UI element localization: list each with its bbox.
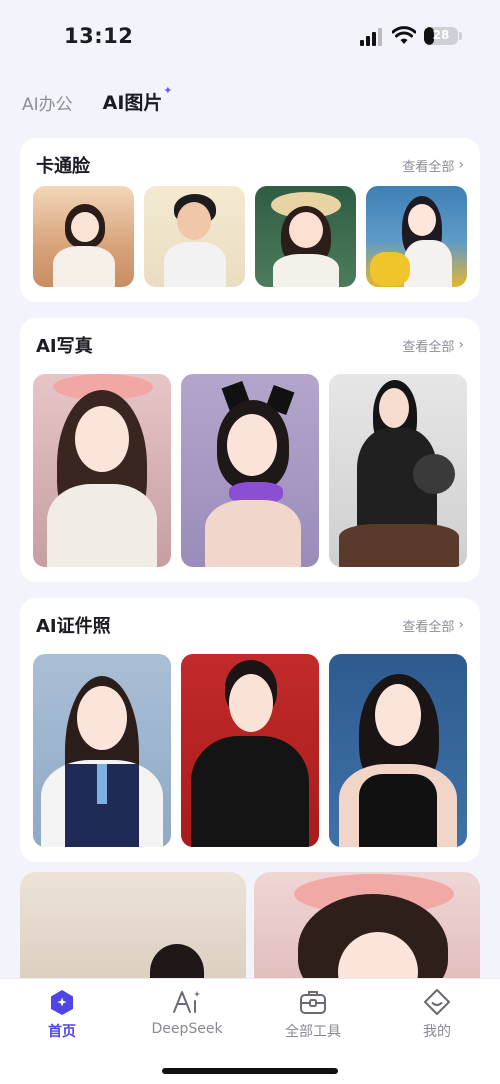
toolbox-icon bbox=[258, 987, 368, 1017]
view-all-label: 查看全部 bbox=[402, 159, 455, 175]
view-all-label: 查看全部 bbox=[402, 619, 455, 635]
section-cartoon-face: 卡通脸 查看全部 › bbox=[20, 138, 480, 302]
nav-profile-label: 我的 bbox=[423, 1024, 451, 1040]
home-indicator bbox=[162, 1068, 338, 1074]
thumbnail-row bbox=[33, 374, 467, 567]
cartoon-thumb-2[interactable] bbox=[144, 186, 245, 287]
battery-icon: 28 bbox=[424, 27, 458, 45]
portrait-thumb-1[interactable] bbox=[33, 374, 171, 567]
section-header: 卡通脸 查看全部 › bbox=[36, 152, 464, 178]
feed-card-2[interactable] bbox=[254, 872, 480, 992]
app-screen: 13:12 28 AI办公 AI图片 ✦ 卡通脸 查看全部 › AI写真 查看全… bbox=[0, 0, 500, 1084]
profile-icon bbox=[382, 987, 492, 1017]
black-dress bbox=[359, 774, 437, 847]
id-photo-thumb-3[interactable] bbox=[329, 654, 467, 847]
cartoon-thumb-4[interactable] bbox=[366, 186, 467, 287]
chevron-right-icon: › bbox=[458, 337, 464, 353]
sparkle-icon: ✦ bbox=[163, 84, 173, 97]
sunflowers bbox=[370, 252, 410, 286]
thumbnail-row bbox=[33, 186, 467, 287]
tie bbox=[97, 764, 107, 804]
battery-tip bbox=[459, 32, 462, 40]
top-tabs: AI办公 AI图片 ✦ bbox=[22, 84, 177, 115]
cartoon-thumb-3[interactable] bbox=[255, 186, 356, 287]
view-all-link[interactable]: 查看全部 › bbox=[402, 336, 464, 355]
helmet bbox=[413, 454, 455, 494]
nav-all-tools-label: 全部工具 bbox=[285, 1024, 341, 1040]
view-all-link[interactable]: 查看全部 › bbox=[402, 156, 464, 175]
chevron-right-icon: › bbox=[458, 157, 464, 173]
nav-deepseek[interactable]: DeepSeek bbox=[132, 987, 242, 1037]
nav-home[interactable]: 首页 bbox=[7, 987, 117, 1041]
ai-sparkle-icon bbox=[132, 987, 242, 1017]
status-time: 13:12 bbox=[64, 24, 134, 48]
portrait-thumb-3[interactable] bbox=[329, 374, 467, 567]
home-icon bbox=[7, 987, 117, 1017]
section-title: AI写真 bbox=[36, 336, 93, 357]
view-all-link[interactable]: 查看全部 › bbox=[402, 616, 464, 635]
tab-ai-office[interactable]: AI办公 bbox=[22, 90, 73, 115]
nav-deepseek-label: DeepSeek bbox=[151, 1021, 223, 1037]
cartoon-thumb-1[interactable] bbox=[33, 186, 134, 287]
view-all-label: 查看全部 bbox=[402, 339, 455, 355]
section-header: AI证件照 查看全部 › bbox=[36, 612, 464, 638]
cellular-signal-icon bbox=[360, 28, 382, 46]
section-ai-id-photo: AI证件照 查看全部 › bbox=[20, 598, 480, 862]
tab-ai-images[interactable]: AI图片 ✦ bbox=[102, 84, 177, 115]
section-title: AI证件照 bbox=[36, 616, 111, 637]
section-ai-portrait: AI写真 查看全部 › bbox=[20, 318, 480, 582]
section-header: AI写真 查看全部 › bbox=[36, 332, 464, 358]
status-bar: 13:12 28 bbox=[0, 0, 500, 72]
battery-level: 28 bbox=[432, 28, 450, 42]
feed-card-1[interactable] bbox=[20, 872, 246, 992]
wifi-icon bbox=[392, 26, 416, 44]
nav-home-label: 首页 bbox=[48, 1024, 76, 1040]
motorcycle bbox=[339, 524, 459, 567]
chevron-right-icon: › bbox=[458, 617, 464, 633]
id-photo-thumb-1[interactable] bbox=[33, 654, 171, 847]
portrait-thumb-2[interactable] bbox=[181, 374, 319, 567]
thumbnail-row bbox=[33, 654, 467, 847]
id-photo-thumb-2[interactable] bbox=[181, 654, 319, 847]
section-title: 卡通脸 bbox=[36, 156, 90, 177]
nav-profile[interactable]: 我的 bbox=[382, 987, 492, 1041]
tab-ai-images-label: AI图片 bbox=[102, 92, 163, 114]
nav-all-tools[interactable]: 全部工具 bbox=[258, 987, 368, 1041]
